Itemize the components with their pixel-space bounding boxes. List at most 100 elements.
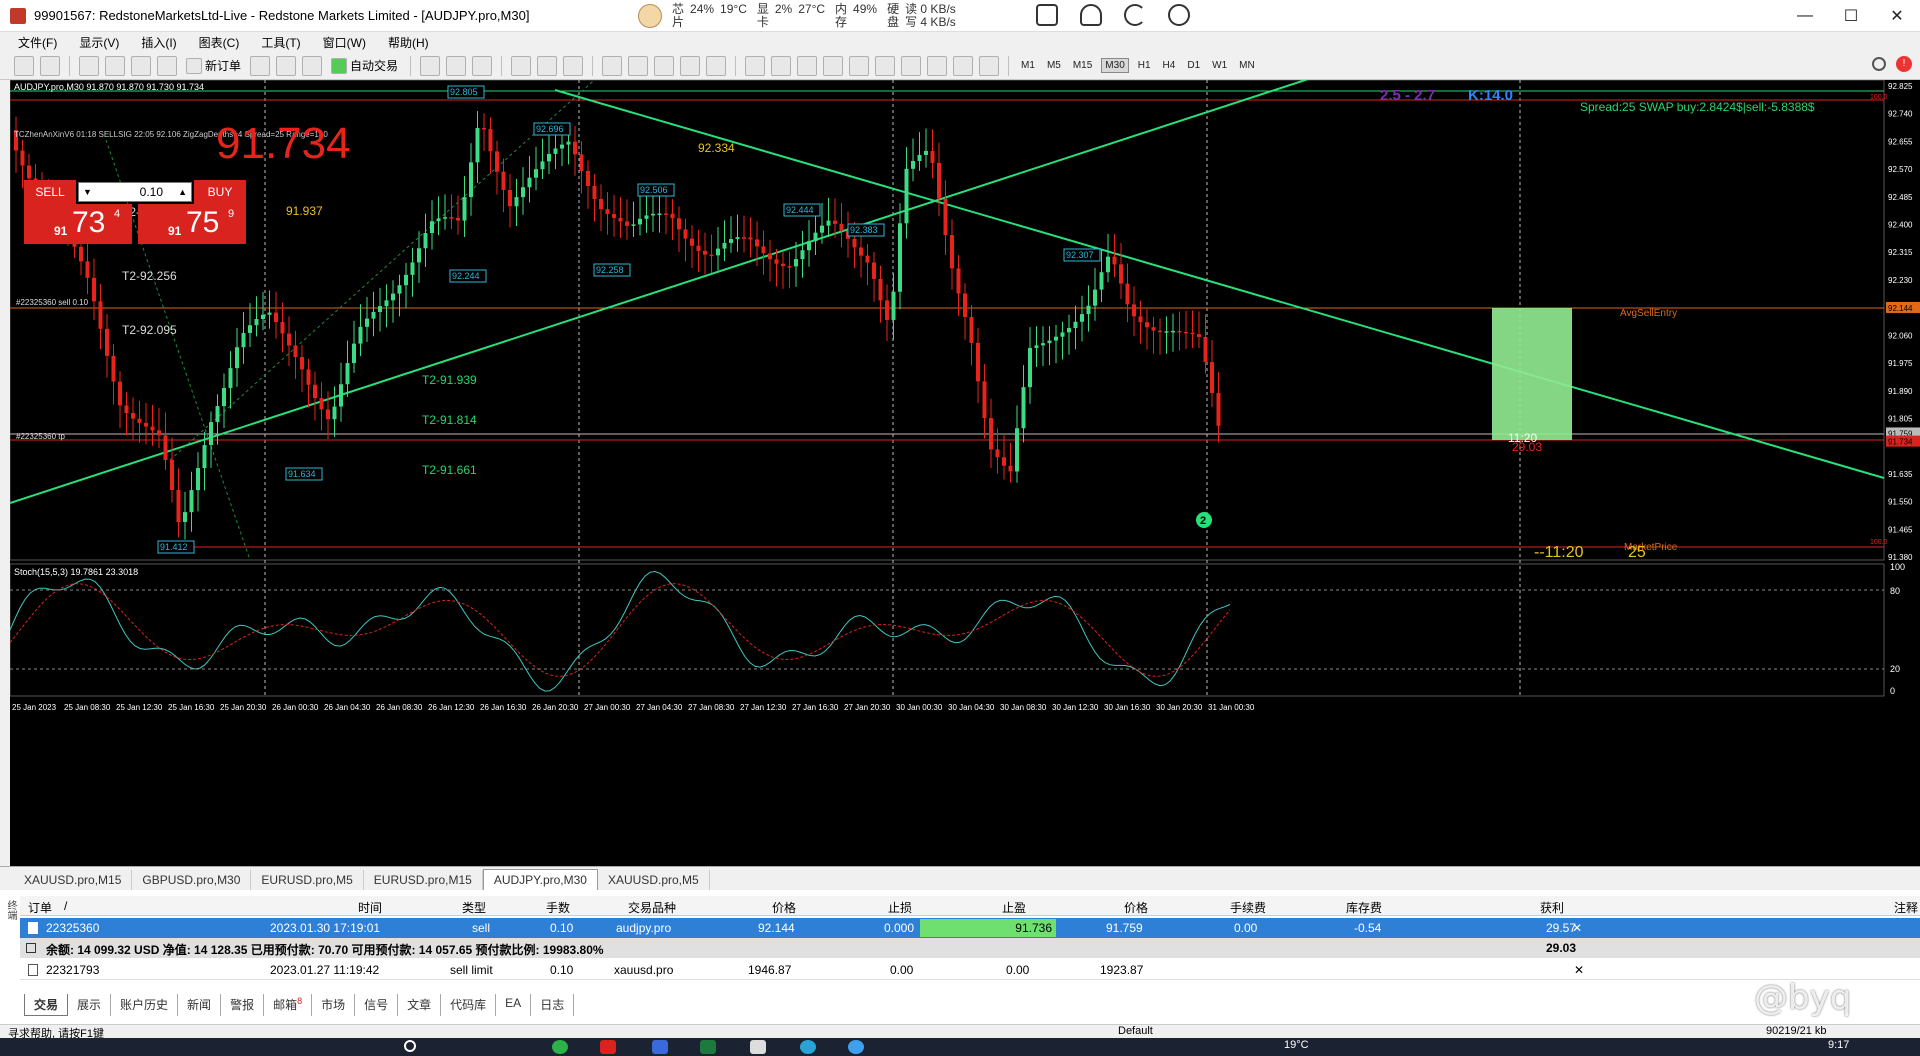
- new-chart-icon[interactable]: [14, 55, 34, 76]
- text-label-icon[interactable]: [953, 55, 974, 76]
- maximize-button[interactable]: ☐: [1828, 0, 1874, 32]
- tab-exposure[interactable]: 展示: [68, 994, 112, 1016]
- buy-button[interactable]: BUY: [194, 180, 246, 204]
- chart-tab[interactable]: EURUSD.pro,M5: [251, 870, 364, 890]
- tab-alerts[interactable]: 警报: [221, 994, 265, 1016]
- order-tp[interactable]: 0.00: [1006, 963, 1029, 977]
- auto-scroll-icon[interactable]: [602, 55, 623, 76]
- terminal-icon[interactable]: [157, 55, 177, 76]
- header-type[interactable]: 类型: [462, 899, 486, 916]
- header-lots[interactable]: 手数: [546, 899, 570, 916]
- text-icon[interactable]: [927, 55, 948, 76]
- cursor-icon[interactable]: [745, 55, 766, 76]
- settings-icon[interactable]: [1168, 4, 1190, 26]
- data-window-icon[interactable]: [131, 55, 151, 76]
- header-price[interactable]: 价格: [772, 899, 796, 916]
- menu-window[interactable]: 窗口(W): [323, 34, 366, 51]
- minimize-button[interactable]: —: [1782, 0, 1828, 32]
- buy-price-button[interactable]: 91 75 9: [138, 204, 246, 244]
- menu-charts[interactable]: 图表(C): [199, 34, 240, 51]
- horizontal-line-icon[interactable]: [823, 55, 844, 76]
- tf-m1[interactable]: M1: [1018, 59, 1038, 72]
- navigator-icon[interactable]: [105, 55, 125, 76]
- taskbar-mt4-icon[interactable]: [600, 1040, 616, 1054]
- metaeditor-icon[interactable]: [250, 55, 271, 76]
- chart-tab[interactable]: XAUUSD.pro,M15: [14, 870, 133, 890]
- position-sl[interactable]: 0.000: [884, 921, 914, 935]
- tf-mn[interactable]: MN: [1236, 59, 1258, 72]
- chart-tab[interactable]: XAUUSD.pro,M5: [598, 870, 710, 890]
- menu-help[interactable]: 帮助(H): [388, 34, 429, 51]
- menu-tools[interactable]: 工具(T): [261, 34, 300, 51]
- tab-mailbox[interactable]: 邮箱8: [264, 994, 313, 1016]
- header-symbol[interactable]: 交易品种: [628, 899, 676, 916]
- tab-market[interactable]: 市场: [312, 994, 356, 1016]
- tab-experts[interactable]: EA: [496, 994, 532, 1016]
- price-chart[interactable]: 92.825 92.740 92.655 92.570 92.485 92.400 92.3…: [10, 80, 1920, 866]
- tf-m5[interactable]: M5: [1044, 59, 1064, 72]
- header-commission[interactable]: 手续费: [1230, 899, 1266, 916]
- tab-articles[interactable]: 文章: [398, 994, 442, 1016]
- header-time[interactable]: 时间: [358, 899, 382, 916]
- taskbar-clock[interactable]: 9:17: [1828, 1039, 1849, 1051]
- menu-view[interactable]: 显示(V): [79, 34, 119, 51]
- vertical-line-icon[interactable]: [797, 55, 818, 76]
- taskbar-browser-icon[interactable]: [800, 1040, 816, 1054]
- tf-m30[interactable]: M30: [1101, 58, 1129, 73]
- signals-icon[interactable]: [276, 55, 297, 76]
- tab-signals[interactable]: 信号: [355, 994, 399, 1016]
- taskbar-app-icon[interactable]: [652, 1040, 668, 1054]
- chart-tab-active[interactable]: AUDJPY.pro,M30: [482, 869, 598, 890]
- taskbar-excel-icon[interactable]: [700, 1040, 716, 1054]
- crosshair-icon[interactable]: [771, 55, 792, 76]
- tab-news[interactable]: 新闻: [178, 994, 222, 1016]
- lot-input[interactable]: 0.10: [78, 182, 192, 202]
- candle-chart-icon[interactable]: [446, 55, 467, 76]
- table-row-order[interactable]: 22321793 2023.01.27 11:19:42 sell limit …: [20, 960, 1920, 980]
- taskbar-app-icon[interactable]: [750, 1040, 766, 1054]
- auto-trading-button[interactable]: 自动交易: [328, 57, 401, 74]
- header-comment[interactable]: 注释: [1894, 899, 1918, 916]
- channel-icon[interactable]: [875, 55, 896, 76]
- line-chart-icon[interactable]: [472, 55, 493, 76]
- tf-w1[interactable]: W1: [1209, 59, 1230, 72]
- menu-file[interactable]: 文件(F): [18, 34, 57, 51]
- arrows-icon[interactable]: [979, 55, 1000, 76]
- zoom-in-icon[interactable]: [511, 55, 532, 76]
- header-sl[interactable]: 止损: [888, 899, 912, 916]
- position-tp[interactable]: 91.736: [920, 919, 1056, 937]
- fibonacci-icon[interactable]: [901, 55, 922, 76]
- header-current-price[interactable]: 价格: [1124, 899, 1148, 916]
- menu-insert[interactable]: 插入(I): [141, 34, 176, 51]
- sell-price-button[interactable]: 91 73 4: [24, 204, 132, 244]
- periods-icon[interactable]: [680, 55, 701, 76]
- zoom-out-icon[interactable]: [537, 55, 558, 76]
- new-order-button[interactable]: 新订单: [183, 57, 244, 74]
- tab-codebase[interactable]: 代码库: [441, 994, 497, 1016]
- templates-icon[interactable]: [706, 55, 727, 76]
- chart-shift-icon[interactable]: [628, 55, 649, 76]
- tab-history[interactable]: 账户历史: [111, 994, 179, 1016]
- bar-chart-icon[interactable]: [420, 55, 441, 76]
- community-icon[interactable]: [302, 55, 323, 76]
- search-icon[interactable]: [1872, 57, 1886, 71]
- chart-canvas[interactable]: 92.825 92.740 92.655 92.570 92.485 92.400 92.3…: [10, 80, 1920, 866]
- delete-order-icon[interactable]: ✕: [1574, 963, 1584, 977]
- tab-trade[interactable]: 交易: [24, 994, 69, 1016]
- tf-d1[interactable]: D1: [1184, 59, 1203, 72]
- header-swap[interactable]: 库存费: [1346, 899, 1382, 916]
- tf-h4[interactable]: H4: [1160, 59, 1179, 72]
- tf-m15[interactable]: M15: [1070, 59, 1095, 72]
- tf-h1[interactable]: H1: [1135, 59, 1154, 72]
- taskbar-wechat-icon[interactable]: [552, 1040, 568, 1054]
- notification-icon[interactable]: !: [1896, 56, 1912, 72]
- market-watch-icon[interactable]: [79, 55, 99, 76]
- taskbar-search-icon[interactable]: [404, 1040, 416, 1052]
- close-position-icon[interactable]: ✕: [1572, 921, 1582, 935]
- order-sl[interactable]: 0.00: [890, 963, 913, 977]
- header-order[interactable]: 订单: [28, 899, 52, 916]
- header-tp[interactable]: 止盈: [1002, 899, 1026, 916]
- table-row-position[interactable]: 22325360 2023.01.30 17:19:01 sell 0.10 a…: [20, 918, 1920, 938]
- profiles-icon[interactable]: [40, 55, 60, 76]
- indicators-icon[interactable]: [654, 55, 675, 76]
